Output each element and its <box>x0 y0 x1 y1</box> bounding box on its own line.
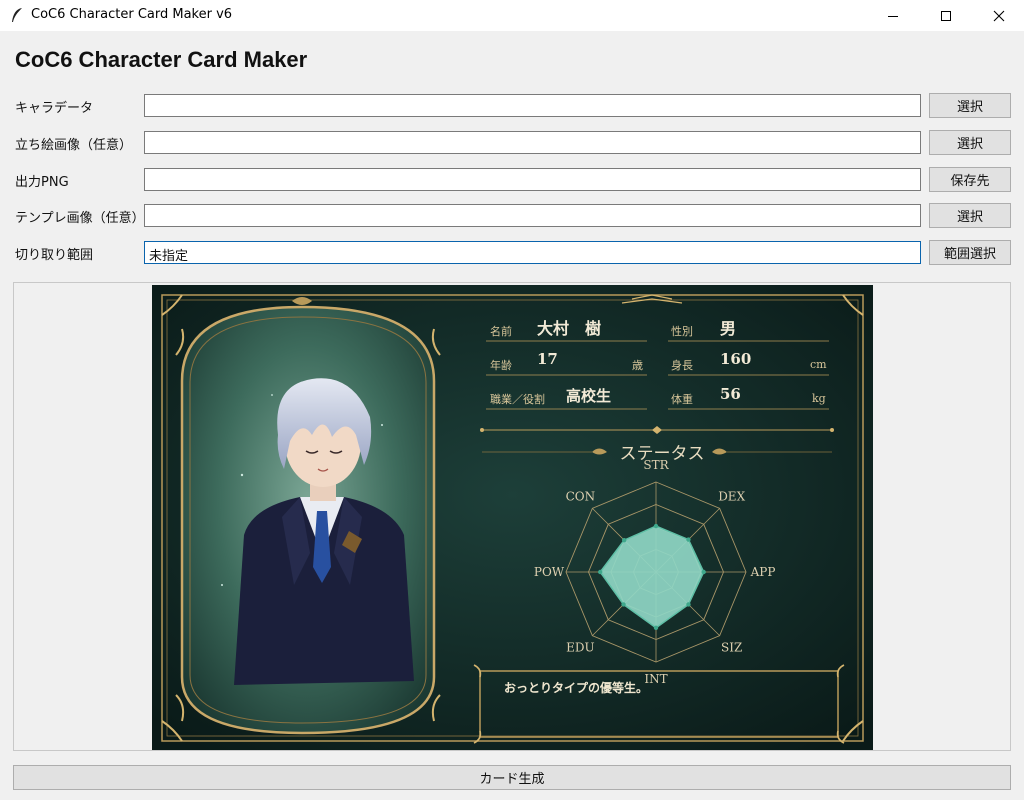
radar-label-app: APP <box>750 565 776 579</box>
age-label: 年齢 <box>490 359 512 372</box>
radar-point-con <box>621 537 627 543</box>
label-crop-range: 切り取り範囲 <box>15 248 94 263</box>
portrait-image-select-button[interactable]: 選択 <box>929 130 1011 155</box>
minimize-icon <box>888 15 898 17</box>
radar-label-pow: POW <box>534 565 565 579</box>
close-button[interactable] <box>976 0 1022 31</box>
radar-label-con: CON <box>566 489 596 503</box>
gender-value: 男 <box>720 319 737 338</box>
generate-card-button[interactable]: カード生成 <box>13 765 1011 790</box>
radar-point-dex <box>686 537 691 542</box>
close-icon <box>993 10 1005 21</box>
radar-label-siz: SIZ <box>721 641 742 655</box>
radar-point-int <box>653 625 659 630</box>
height-label: 身長 <box>671 359 693 372</box>
output-png-input[interactable] <box>144 168 921 191</box>
window-title: CoC6 Character Card Maker v6 <box>31 7 233 22</box>
radar-label-edu: EDU <box>566 641 595 655</box>
radar-point-siz <box>686 602 691 607</box>
radar-point-app <box>701 569 706 575</box>
status-heading: ステータス <box>619 444 705 464</box>
weight-label: 体重 <box>671 393 693 406</box>
character-card: STR DEX APP SIZ INT EDU POW CON 名前 大村 樹 性別 男 年齢… <box>152 285 873 750</box>
feather-icon <box>12 8 22 22</box>
label-chara-data: キャラデータ <box>15 101 94 116</box>
memo-text: おっとりタイプの優等生。 <box>504 681 649 695</box>
radar-label-dex: DEX <box>718 489 745 503</box>
app-heading: CoC6 Character Card Maker <box>15 47 308 72</box>
output-save-button[interactable]: 保存先 <box>929 167 1011 192</box>
label-output-png: 出力PNG <box>15 175 69 190</box>
gender-label: 性別 <box>671 325 693 338</box>
age-value: 17 <box>537 350 558 368</box>
name-label: 名前 <box>490 325 512 338</box>
minimize-button[interactable] <box>870 0 916 31</box>
maximize-icon <box>941 10 951 21</box>
maximize-button[interactable] <box>923 0 969 31</box>
template-image-input[interactable] <box>144 204 921 227</box>
chara-data-select-button[interactable]: 選択 <box>929 93 1011 118</box>
weight-value: 56 <box>720 385 741 403</box>
age-unit: 歳 <box>632 359 643 372</box>
card-preview-panel: STR DEX APP SIZ INT EDU POW CON 名前 大村 樹 性別 男 年齢… <box>13 282 1011 751</box>
window-titlebar: CoC6 Character Card Maker v6 <box>0 0 1024 31</box>
radar-point-pow <box>598 569 603 575</box>
portrait-image-input[interactable] <box>144 131 921 154</box>
crop-range-select-button[interactable]: 範囲選択 <box>929 240 1011 265</box>
name-value: 大村 樹 <box>537 319 602 338</box>
weight-unit: kg <box>812 392 826 405</box>
radar-point-str <box>653 523 659 529</box>
crop-range-input[interactable]: 未指定 <box>144 241 921 264</box>
label-template-image: テンプレ画像（任意） <box>15 211 145 226</box>
template-image-select-button[interactable]: 選択 <box>929 203 1011 228</box>
chara-data-input[interactable] <box>144 94 921 117</box>
label-portrait-image: 立ち絵画像（任意） <box>15 138 133 153</box>
job-label: 職業／役割 <box>490 393 545 406</box>
height-value: 160 <box>720 350 752 368</box>
radar-point-edu <box>621 602 626 607</box>
height-unit: cm <box>810 358 827 371</box>
job-value: 高校生 <box>566 387 612 405</box>
